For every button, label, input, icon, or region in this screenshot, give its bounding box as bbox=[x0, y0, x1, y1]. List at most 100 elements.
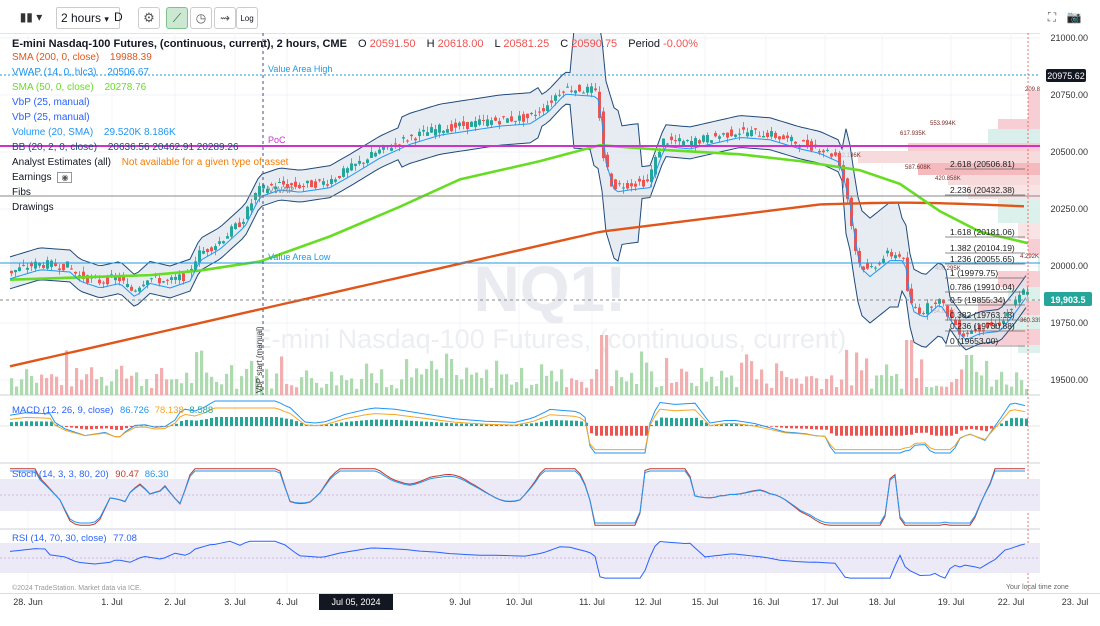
volume-bar bbox=[305, 370, 309, 395]
macd-histogram-bar bbox=[930, 426, 933, 435]
candle-body bbox=[914, 306, 917, 308]
time-tick-label: 28. Jun bbox=[13, 597, 43, 607]
volume-bar bbox=[800, 383, 804, 395]
macd-histogram-bar bbox=[970, 426, 973, 429]
macd-histogram-bar bbox=[35, 421, 38, 426]
legend-item[interactable]: VbP (25, manual) bbox=[12, 97, 90, 108]
volume-bar bbox=[915, 378, 919, 395]
volume-bar bbox=[700, 367, 704, 395]
volume-bar bbox=[490, 387, 494, 395]
price-chart[interactable]: 209.877K214.109K553.994K617.935K832.186K… bbox=[0, 33, 1100, 593]
volume-bar bbox=[100, 376, 104, 395]
fib-label: 0.786 (19910.04) bbox=[950, 282, 1015, 292]
macd-histogram-bar bbox=[40, 421, 43, 426]
chart-type-button[interactable]: ▮▮ ▾ bbox=[12, 7, 50, 27]
macd-histogram-bar bbox=[30, 421, 33, 426]
volume-bar bbox=[945, 386, 949, 395]
macd-histogram-bar bbox=[810, 426, 813, 430]
timezone-label[interactable]: Your local time zone bbox=[1006, 584, 1069, 591]
candle-body bbox=[614, 179, 617, 190]
legend-item-name: VWAP (14, 0, hlc3) bbox=[12, 67, 97, 78]
candle-body bbox=[574, 90, 577, 94]
macd-histogram-bar bbox=[95, 426, 98, 429]
candle-body bbox=[802, 140, 805, 142]
candle-body bbox=[402, 137, 405, 139]
macd-histogram-bar bbox=[380, 419, 383, 426]
time-tick-label: 1. Jul bbox=[101, 597, 123, 607]
volume-bar bbox=[370, 373, 374, 395]
legend-item[interactable]: VbP (25, manual) bbox=[12, 112, 90, 123]
compare-icon[interactable]: ⇝ bbox=[214, 7, 236, 29]
volume-bar bbox=[155, 374, 159, 395]
volume-bar bbox=[165, 379, 169, 395]
macd-histogram-bar bbox=[290, 419, 293, 426]
camera-icon[interactable]: 📷 bbox=[1064, 7, 1084, 27]
fib-levels: 2.618 (20506.81) 2.236 (20432.38) 1.618 (2… bbox=[945, 159, 1025, 347]
volume-bar bbox=[675, 381, 679, 395]
candle-body bbox=[894, 255, 897, 259]
volume-bar bbox=[995, 379, 999, 395]
legend-item-name: Drawings bbox=[12, 202, 54, 213]
volume-bar bbox=[1010, 386, 1014, 395]
candle-body bbox=[546, 105, 549, 111]
time-tick-label: 23. Jul bbox=[1061, 597, 1089, 607]
legend-item[interactable]: SMA (200, 0, close) 19988.39 bbox=[12, 52, 152, 63]
volume-bar bbox=[590, 378, 594, 395]
candle-body bbox=[306, 180, 309, 184]
volume-bar bbox=[280, 356, 284, 395]
volume-bar bbox=[325, 383, 329, 395]
volume-bar bbox=[175, 379, 179, 395]
volume-bar bbox=[640, 351, 644, 395]
volume-bar bbox=[520, 367, 524, 395]
log-scale-button[interactable]: Log bbox=[236, 7, 258, 29]
volume-bar bbox=[860, 370, 864, 395]
legend-item[interactable]: Volume (20, SMA) 29.520K 8.186K bbox=[12, 127, 176, 138]
macd-histogram-bar bbox=[1010, 418, 1013, 426]
fib-label: 0 (19653.00) bbox=[950, 336, 998, 346]
legend-item[interactable]: BB (20, 2, 0, close) 20636.56 20462.91 2… bbox=[12, 142, 239, 153]
time-axis[interactable]: Jul 05, 2024 08:00 28. Jun 1. Jul 2. Jul 3.… bbox=[0, 593, 1100, 623]
volume-bar bbox=[895, 374, 899, 395]
candle-body bbox=[534, 114, 537, 116]
rsi-label: RSI (14, 70, 30, close) 77.08 bbox=[12, 533, 137, 544]
vbp-start-label: VbP start (manual) bbox=[255, 326, 264, 393]
clock-icon[interactable]: ◷ bbox=[190, 7, 212, 29]
legend-item[interactable]: Earnings ◉ bbox=[12, 172, 73, 183]
macd-histogram-bar bbox=[1000, 423, 1003, 426]
settings-gear-icon[interactable]: ⚙ bbox=[138, 7, 160, 29]
volume-bar bbox=[725, 377, 729, 395]
legend-item[interactable]: Fibs bbox=[12, 187, 31, 198]
candle-body bbox=[486, 119, 489, 126]
eye-icon[interactable]: ◉ bbox=[57, 172, 73, 183]
macd-histogram-bar bbox=[630, 426, 633, 436]
legend-item[interactable]: SMA (50, 0, close) 20278.76 bbox=[12, 82, 146, 93]
fib-label: 1 (19979.75) bbox=[950, 268, 998, 278]
candle-body bbox=[394, 143, 397, 145]
indicator-toggle-icon[interactable]: ⟋ bbox=[166, 7, 188, 29]
legend-item[interactable]: Analyst Estimates (all) Not available fo… bbox=[12, 157, 288, 168]
macd-histogram-bar bbox=[785, 426, 788, 429]
macd-histogram-bar bbox=[690, 417, 693, 426]
volume-bar bbox=[445, 353, 449, 395]
candle-body bbox=[966, 332, 969, 335]
poc-line-label: PoC bbox=[268, 135, 286, 145]
interval-select[interactable]: 2 hours ▾ bbox=[56, 7, 120, 29]
macd-histogram-bar bbox=[615, 426, 618, 436]
macd-histogram-bar bbox=[25, 421, 28, 426]
macd-histogram-bar bbox=[985, 426, 988, 432]
volume-bar bbox=[440, 378, 444, 395]
legend-item[interactable]: Drawings bbox=[12, 202, 54, 213]
candle-body bbox=[878, 263, 881, 265]
legend-item[interactable]: VWAP (14, 0, hlc3) 20506.67 bbox=[12, 67, 149, 78]
volume-bar bbox=[400, 379, 404, 395]
candle-body bbox=[782, 135, 785, 140]
macd-histogram-bar bbox=[240, 417, 243, 426]
macd-histogram-bar bbox=[1020, 418, 1023, 426]
volume-bar bbox=[775, 363, 779, 395]
fullscreen-icon[interactable]: ⛶ bbox=[1042, 7, 1062, 27]
macd-histogram-bar bbox=[820, 426, 823, 430]
candle-body bbox=[358, 160, 361, 164]
interval-short[interactable]: D bbox=[114, 7, 123, 27]
macd-histogram-bar bbox=[450, 423, 453, 426]
candle-body bbox=[238, 222, 241, 227]
